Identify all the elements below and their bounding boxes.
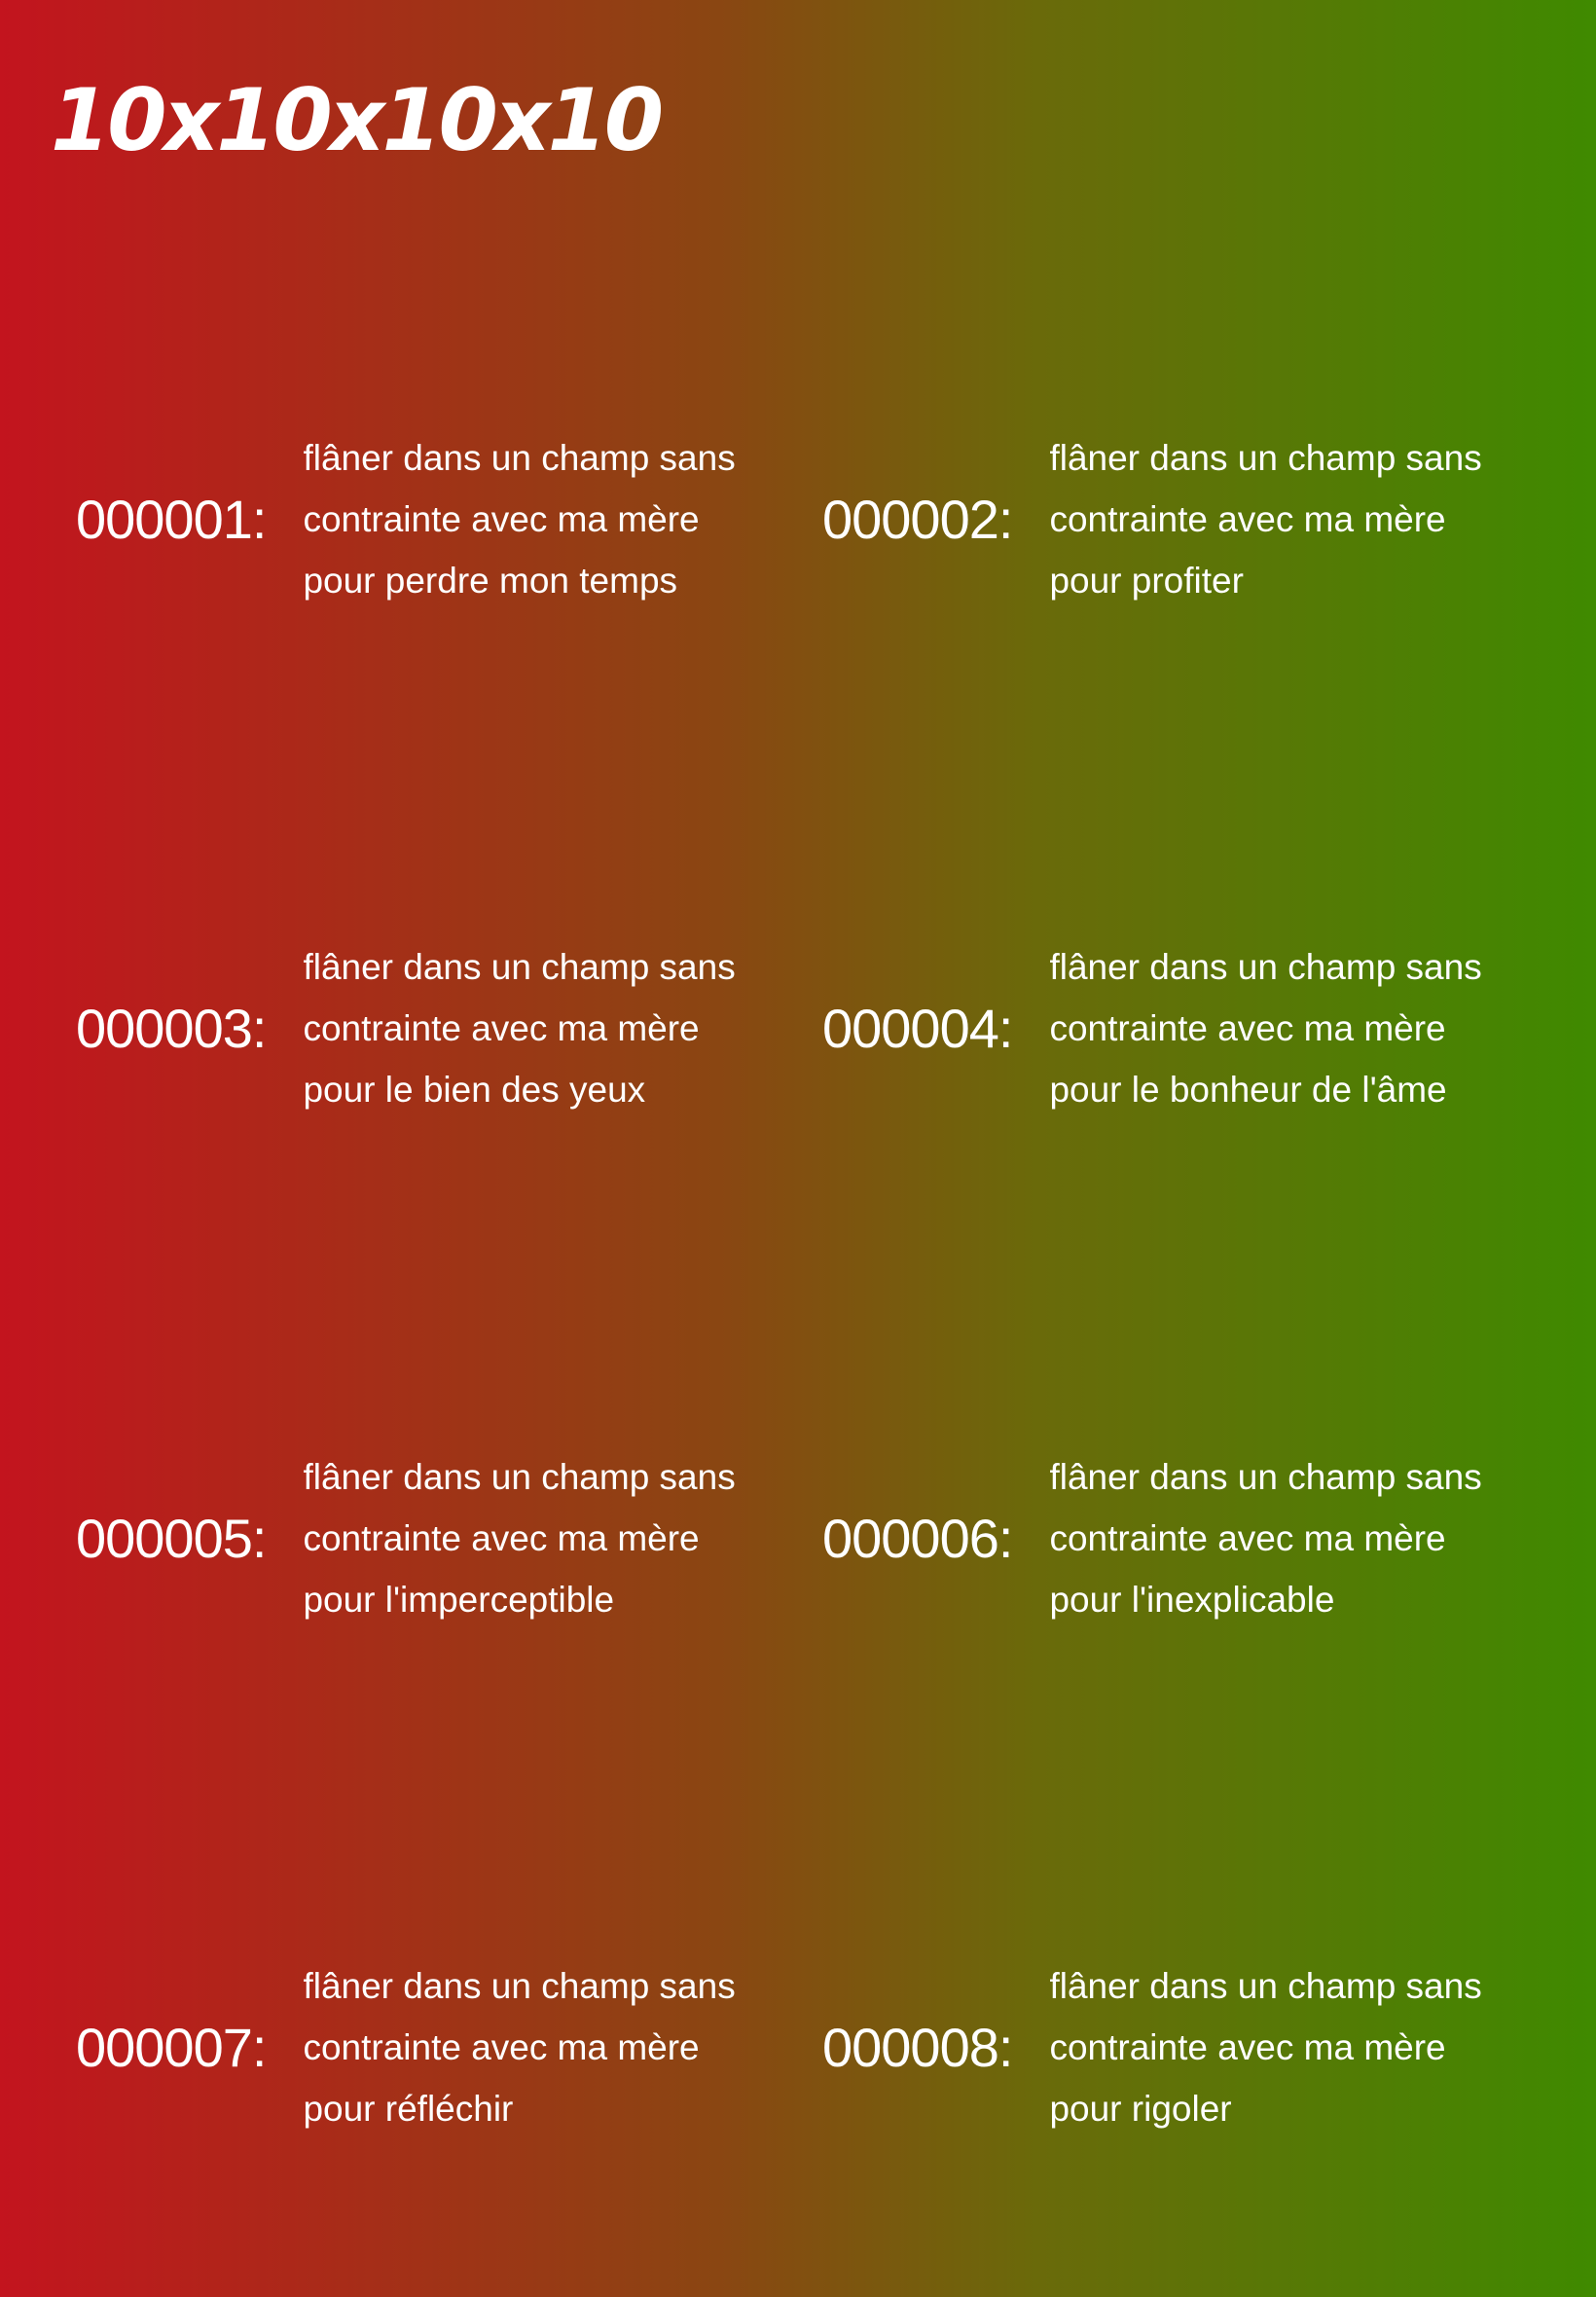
entry-000002: 000002: flâner dans un champ sans contra…: [822, 421, 1542, 616]
entry-text: flâner dans un champ sans contrainte ave…: [303, 1456, 736, 1620]
entry-number: 000005:: [76, 1507, 267, 1569]
entry-number: 000007:: [76, 2016, 267, 2078]
entry-text: flâner dans un champ sans contrainte ave…: [303, 1965, 736, 2129]
entry-text: flâner dans un champ sans contrainte ave…: [1049, 1456, 1482, 1620]
entry-number: 000002:: [822, 488, 1013, 550]
page-title: 10x10x10x10: [51, 70, 664, 170]
entry-text: flâner dans un champ sans contrainte ave…: [1049, 437, 1482, 601]
entry-text: flâner dans un champ sans contrainte ave…: [1049, 1965, 1482, 2129]
entry-number: 000003:: [76, 997, 267, 1059]
entry-number: 000008:: [822, 2016, 1013, 2078]
entry-number: 000006:: [822, 1507, 1013, 1569]
entry-text: flâner dans un champ sans contrainte ave…: [303, 437, 736, 601]
entry-000005: 000005: flâner dans un champ sans contra…: [76, 1440, 796, 1635]
entry-000008: 000008: flâner dans un champ sans contra…: [822, 1950, 1542, 2144]
entry-000003: 000003: flâner dans un champ sans contra…: [76, 930, 796, 1125]
entry-000006: 000006: flâner dans un champ sans contra…: [822, 1440, 1542, 1635]
entry-000004: 000004: flâner dans un champ sans contra…: [822, 930, 1542, 1125]
entry-number: 000004:: [822, 997, 1013, 1059]
entry-000001: 000001: flâner dans un champ sans contra…: [76, 421, 796, 616]
entry-000007: 000007: flâner dans un champ sans contra…: [76, 1950, 796, 2144]
entry-number: 000001:: [76, 488, 267, 550]
entry-text: flâner dans un champ sans contrainte ave…: [303, 946, 736, 1110]
entry-text: flâner dans un champ sans contrainte ave…: [1049, 946, 1482, 1110]
